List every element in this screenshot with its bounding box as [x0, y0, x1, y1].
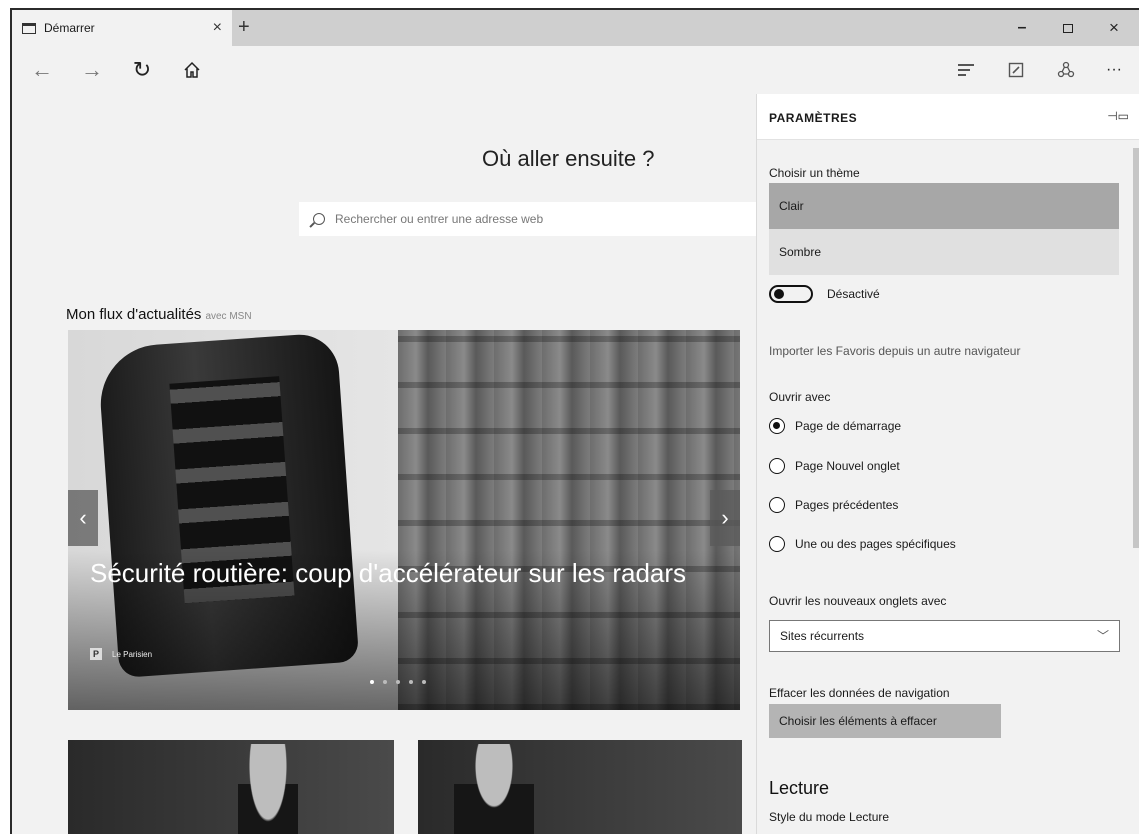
msn-attribution: avec MSN [205, 311, 252, 322]
hub-icon [958, 64, 974, 76]
carousel-next-button[interactable]: › [710, 490, 740, 546]
open-with-label: Ouvrir avec [769, 390, 831, 404]
choose-items-to-clear-button[interactable]: Choisir les éléments à effacer [769, 704, 1001, 738]
radio-icon [769, 497, 785, 513]
favorites-bar-toggle[interactable] [769, 285, 813, 303]
hero-headline[interactable]: Sécurité routière: coup d'accélérateur s… [90, 556, 690, 590]
source-logo-icon: P [90, 648, 102, 660]
carousel-dot[interactable] [422, 680, 426, 684]
tab-bar: Démarrer × + – × [12, 10, 1139, 46]
more-icon: ··· [1106, 61, 1122, 78]
news-card-1-image [238, 744, 298, 834]
radio-label: Une ou des pages spécifiques [795, 537, 956, 551]
settings-title: PARAMÈTRES [769, 111, 858, 125]
start-page: Où aller ensuite ? Rechercher ou entrer … [12, 94, 759, 834]
radio-pages-specifiques[interactable]: Une ou des pages spécifiques [769, 536, 956, 552]
chevron-down-icon: ﹀ [1096, 629, 1109, 643]
radio-page-nouvel-onglet[interactable]: Page Nouvel onglet [769, 458, 900, 474]
new-tabs-value: Sites récurrents [780, 629, 865, 643]
theme-label: Choisir un thème [769, 166, 860, 180]
import-favorites-link[interactable]: Importer les Favoris depuis un autre nav… [769, 344, 1020, 358]
hub-button[interactable] [950, 54, 982, 86]
web-note-button[interactable] [1000, 54, 1032, 86]
news-card-1[interactable] [68, 740, 394, 834]
news-carousel[interactable]: ‹ › Sécurité routière: coup d'accélérate… [68, 330, 740, 710]
tab-demarrer[interactable]: Démarrer × [12, 10, 232, 46]
clear-data-label: Effacer les données de navigation [769, 686, 950, 700]
tab-close-icon[interactable]: × [213, 19, 222, 37]
home-button[interactable] [176, 54, 208, 86]
news-card-2[interactable] [418, 740, 742, 834]
tab-title: Démarrer [44, 21, 95, 35]
browser-window: Démarrer × + – × ← → ↻ ··· Où aller ensu… [10, 8, 1139, 834]
forward-arrow-icon: → [81, 57, 103, 82]
theme-option-sombre[interactable]: Sombre [769, 229, 1119, 275]
radio-selected-icon [769, 418, 785, 434]
new-tabs-label: Ouvrir les nouveaux onglets avec [769, 594, 947, 608]
reading-style-label: Style du mode Lecture [769, 810, 890, 824]
search-placeholder: Rechercher ou entrer une adresse web [335, 212, 544, 226]
page-heading: Où aller ensuite ? [482, 146, 655, 171]
settings-panel: PARAMÈTRES ⊣▭ Choisir un thème Clair Som… [756, 94, 1139, 834]
new-tabs-select[interactable]: Sites récurrents ﹀ [769, 620, 1120, 652]
forward-button[interactable]: → [76, 54, 108, 86]
favorites-bar-toggle-row: Désactivé [769, 285, 880, 303]
more-button[interactable]: ··· [1098, 54, 1130, 86]
hero-source: P Le Parisien [90, 648, 152, 660]
minimize-button[interactable]: – [999, 10, 1045, 46]
radio-icon [769, 458, 785, 474]
radio-page-demarrage[interactable]: Page de démarrage [769, 418, 901, 434]
radio-label: Pages précédentes [795, 498, 899, 512]
reading-section-title: Lecture [769, 778, 830, 798]
carousel-indicators[interactable] [370, 680, 426, 684]
close-window-button[interactable]: × [1091, 10, 1137, 46]
maximize-icon [1063, 23, 1073, 33]
news-feed-title: Mon flux d'actualités avec MSN [66, 306, 252, 323]
home-icon [184, 61, 200, 78]
navigation-bar: ← → ↻ ··· [12, 46, 1139, 94]
carousel-prev-button[interactable]: ‹ [68, 490, 98, 546]
refresh-icon: ↻ [132, 57, 152, 82]
maximize-button[interactable] [1045, 10, 1091, 46]
carousel-dot[interactable] [370, 680, 374, 684]
share-button[interactable] [1050, 54, 1082, 86]
back-button[interactable]: ← [26, 54, 58, 86]
theme-option-clair[interactable]: Clair [769, 183, 1119, 229]
carousel-dot[interactable] [409, 680, 413, 684]
share-icon [1057, 61, 1075, 78]
web-note-icon [1008, 62, 1024, 78]
carousel-dot[interactable] [396, 680, 400, 684]
carousel-dot[interactable] [383, 680, 387, 684]
radio-icon [769, 536, 785, 552]
search-icon [313, 213, 325, 225]
settings-header: PARAMÈTRES ⊣▭ [757, 94, 1139, 140]
radio-label: Page Nouvel onglet [795, 459, 900, 473]
toggle-state-label: Désactivé [827, 287, 880, 301]
refresh-button[interactable]: ↻ [126, 54, 158, 86]
settings-scrollbar[interactable] [1133, 148, 1139, 548]
new-tab-button[interactable]: + [238, 16, 250, 39]
radio-label: Page de démarrage [795, 419, 902, 433]
search-input[interactable]: Rechercher ou entrer une adresse web [299, 202, 759, 236]
pin-icon[interactable]: ⊣▭ [1107, 109, 1129, 123]
hero-source-name: Le Parisien [112, 649, 153, 659]
radio-pages-precedentes[interactable]: Pages précédentes [769, 497, 898, 513]
news-feed-label: Mon flux d'actualités [66, 306, 202, 323]
back-arrow-icon: ← [31, 57, 53, 82]
tab-page-icon [22, 22, 36, 34]
news-card-2-image [454, 744, 534, 834]
